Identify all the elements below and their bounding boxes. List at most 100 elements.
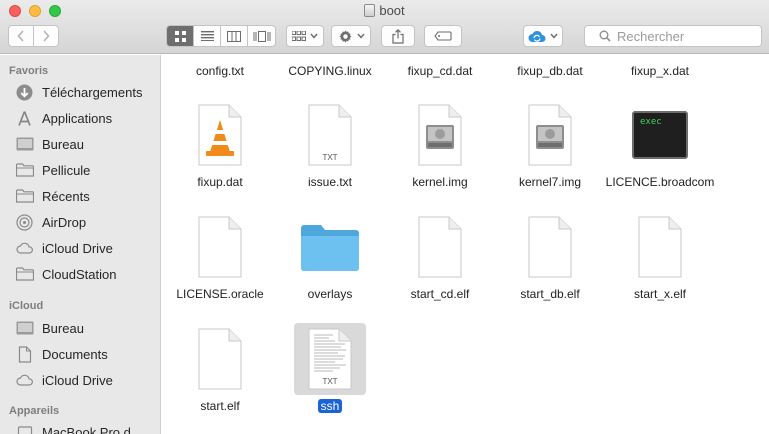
sidebar-item-icloud-drive[interactable]: iCloud Drive (15, 237, 113, 259)
icon-view-button[interactable] (167, 26, 194, 46)
sidebar: Favoris Téléchargements Applications Bur… (0, 55, 161, 434)
file-name: start_x.elf (633, 287, 687, 301)
search-field[interactable] (584, 25, 762, 47)
file-item[interactable]: overlays (272, 211, 388, 302)
file-name: start.elf (200, 399, 240, 413)
vlc-icon (184, 99, 256, 171)
sidebar-item-macbook[interactable]: MacBook Pro d (15, 421, 131, 434)
drive-icon (364, 4, 376, 17)
sidebar-item-cloudstation[interactable]: CloudStation (15, 263, 116, 285)
title-bar: boot (0, 0, 769, 54)
file-item[interactable]: TXT issue.txt (272, 99, 388, 190)
file-name: kernel7.img (518, 175, 582, 189)
cloud-icon (15, 372, 34, 389)
share-icon (392, 28, 404, 44)
disk-image-icon (404, 99, 476, 171)
column-view-button[interactable] (221, 26, 248, 46)
forward-button[interactable] (34, 26, 58, 46)
file-item-label[interactable]: COPYING.linux (272, 64, 388, 78)
blank-document-icon (184, 323, 256, 395)
file-name: kernel.img (412, 175, 468, 189)
file-item-label[interactable]: fixup_x.dat (602, 64, 718, 78)
airdrop-icon (15, 213, 34, 231)
list-view-button[interactable] (194, 26, 221, 46)
desktop-icon (15, 136, 34, 153)
blank-document-icon (184, 211, 256, 283)
folder-icon (15, 162, 34, 179)
documents-icon (15, 345, 34, 363)
sidebar-section-title: Favoris (9, 65, 49, 77)
file-item[interactable]: start_cd.elf (382, 211, 498, 302)
sidebar-item-bureau[interactable]: Bureau (15, 133, 84, 155)
share-button[interactable] (381, 25, 415, 47)
cloud-sync-icon (528, 30, 546, 42)
view-mode-control (166, 25, 276, 47)
download-icon (15, 84, 34, 101)
file-item-label[interactable]: fixup_db.dat (492, 64, 608, 78)
file-name: overlays (307, 287, 353, 301)
blank-document-icon (514, 211, 586, 283)
sidebar-item-pellicule[interactable]: Pellicule (15, 159, 90, 181)
sidebar-item-telechargements[interactable]: Téléchargements (15, 81, 142, 103)
sidebar-item-icloud-bureau[interactable]: Bureau (15, 317, 84, 339)
action-button[interactable] (331, 25, 371, 47)
back-button[interactable] (9, 26, 34, 46)
group-by-button[interactable] (286, 25, 324, 47)
file-item[interactable]: fixup.dat (162, 99, 278, 190)
file-name: fixup.dat (197, 175, 243, 189)
sidebar-item-documents[interactable]: Documents (15, 343, 108, 365)
chevron-left-icon (17, 30, 24, 42)
sidebar-section-title: iCloud (9, 300, 44, 312)
file-item[interactable]: start_x.elf (602, 211, 718, 302)
file-name: ssh (317, 399, 343, 414)
desktop-icon (15, 320, 34, 337)
file-item[interactable]: start_db.elf (492, 211, 608, 302)
file-name: start_db.elf (520, 287, 580, 301)
tags-button[interactable] (424, 25, 462, 47)
file-grid: config.txt COPYING.linux fixup_cd.dat fi… (162, 55, 769, 434)
chevron-down-icon (550, 33, 558, 39)
sidebar-section-title: Appareils (9, 405, 60, 417)
sidebar-item-icloud-drive-2[interactable]: iCloud Drive (15, 369, 113, 391)
tag-icon (434, 31, 452, 41)
navigation-buttons (8, 25, 59, 47)
file-item[interactable]: exec LICENCE.broadcom (602, 99, 718, 190)
file-type-badge: TXT (322, 377, 338, 386)
coverflow-view-button[interactable] (248, 26, 275, 46)
list-view-icon (200, 31, 214, 41)
file-item[interactable]: kernel.img (382, 99, 498, 190)
folder-icon (15, 188, 34, 205)
sidebar-item-airdrop[interactable]: AirDrop (15, 211, 86, 233)
sidebar-item-applications[interactable]: Applications (15, 107, 112, 129)
window-title: boot (0, 3, 769, 18)
column-view-icon (227, 30, 241, 42)
executable-icon: exec (624, 99, 696, 171)
sync-menu-button[interactable] (523, 25, 563, 47)
file-type-badge: TXT (322, 153, 338, 162)
chevron-down-icon (310, 33, 318, 39)
group-icon (292, 31, 306, 41)
file-name: start_cd.elf (410, 287, 470, 301)
file-name: LICENCE.broadcom (605, 175, 715, 189)
folder-icon (294, 211, 366, 283)
file-name: issue.txt (307, 175, 352, 189)
search-input[interactable] (617, 28, 757, 44)
search-icon (599, 30, 611, 42)
file-item[interactable]: kernel7.img (492, 99, 608, 190)
file-name: LICENSE.oracle (176, 287, 264, 301)
file-item-label[interactable]: fixup_cd.dat (382, 64, 498, 78)
blank-document-icon (624, 211, 696, 283)
icon-view-icon (174, 30, 186, 42)
gear-icon (338, 29, 351, 43)
file-item[interactable]: start.elf (162, 323, 278, 414)
chevron-right-icon (43, 30, 50, 42)
file-item-selected[interactable]: TXT ssh (272, 323, 388, 414)
chevron-down-icon (356, 33, 365, 39)
cloud-icon (15, 240, 34, 257)
file-item-label[interactable]: config.txt (162, 64, 278, 78)
coverflow-view-icon (253, 30, 270, 42)
laptop-icon (15, 424, 34, 434)
folder-icon (15, 266, 34, 283)
sidebar-item-recents[interactable]: Récents (15, 185, 90, 207)
file-item[interactable]: LICENSE.oracle (162, 211, 278, 302)
